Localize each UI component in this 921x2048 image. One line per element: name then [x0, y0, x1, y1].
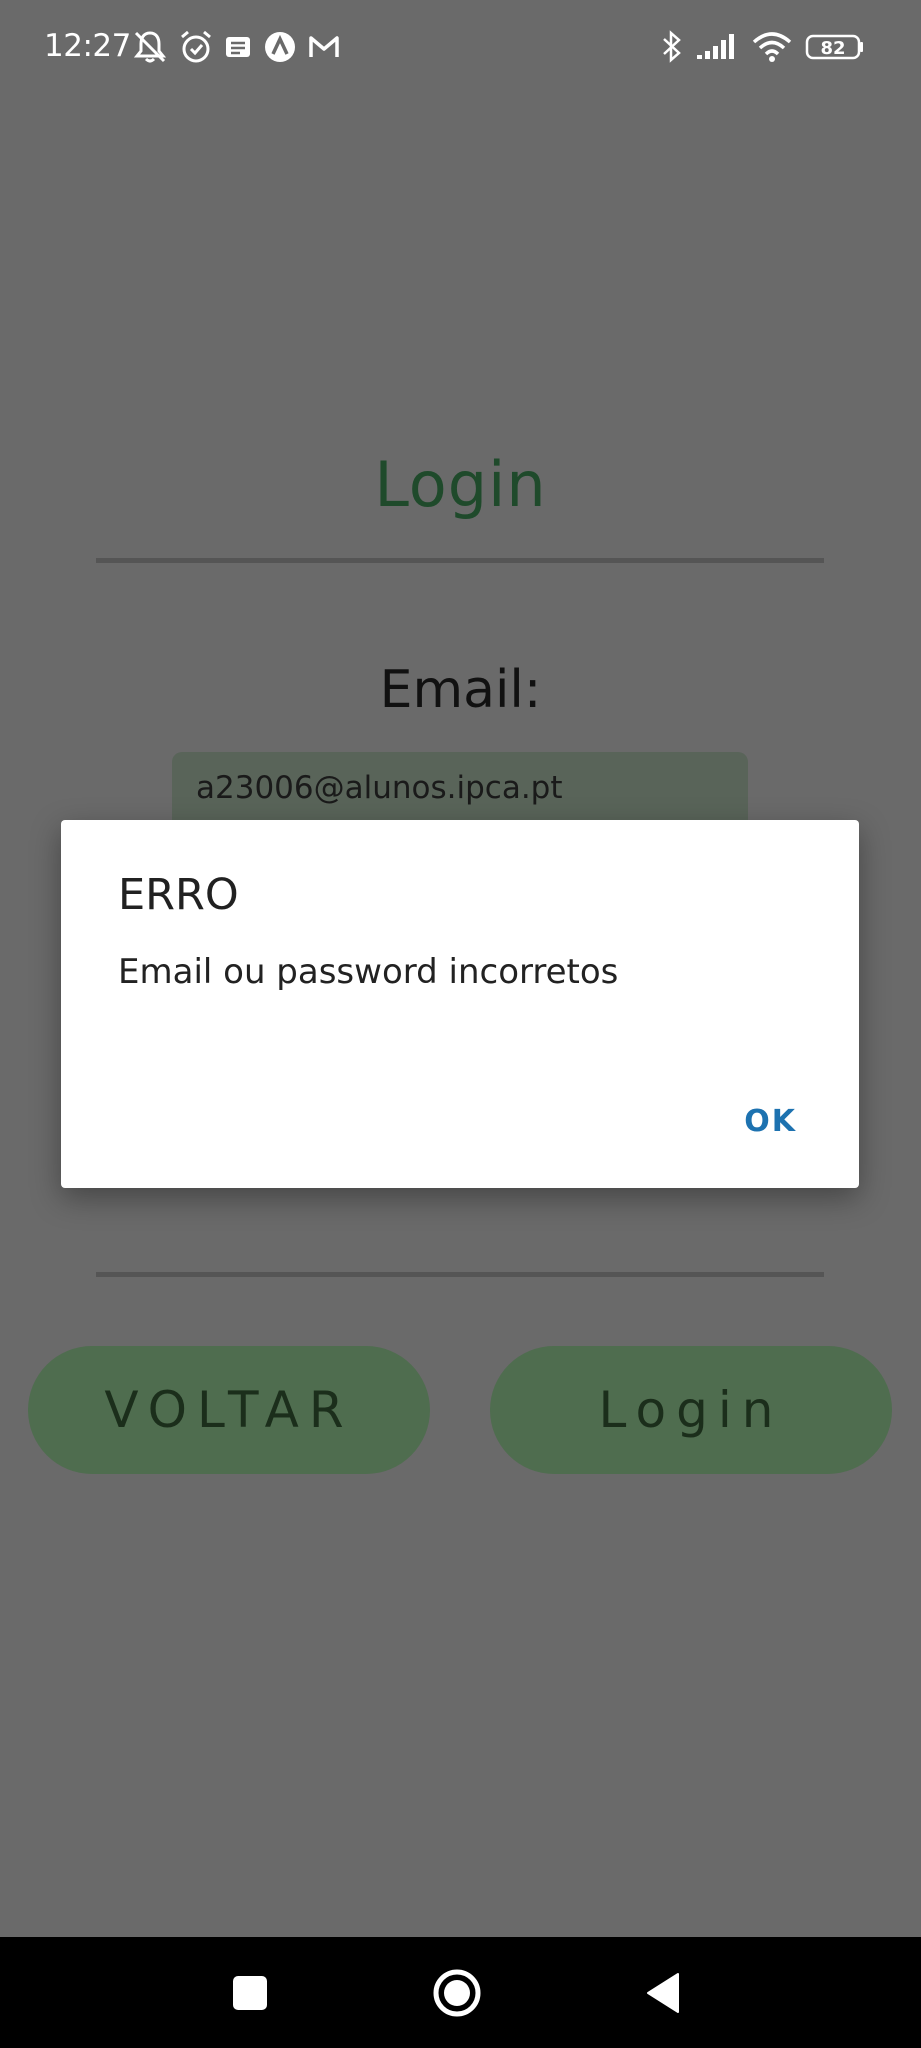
- muted-bell-icon: [133, 31, 167, 63]
- status-time: 12:27: [44, 28, 131, 64]
- notification-icon: [226, 37, 250, 57]
- dialog-ok-button[interactable]: OK: [744, 1104, 797, 1139]
- navigation-bar: [0, 1937, 921, 2048]
- battery-icon: 82: [805, 34, 863, 60]
- dialog-message: Email ou password incorretos: [118, 952, 619, 992]
- home-button[interactable]: [397, 1937, 517, 2048]
- status-system-icons: 82: [661, 28, 865, 66]
- login-button[interactable]: Login: [490, 1346, 892, 1474]
- title-divider: [96, 558, 824, 563]
- alarm-icon: [181, 30, 211, 63]
- gmail-icon: [309, 36, 339, 57]
- signal-icon: [697, 34, 734, 59]
- error-dialog: ERRO Email ou password incorretos OK: [61, 820, 859, 1188]
- app-a-icon: [265, 32, 295, 62]
- dialog-title: ERRO: [118, 870, 239, 920]
- battery-level: 82: [820, 38, 845, 59]
- back-button[interactable]: VOLTAR: [28, 1346, 430, 1474]
- back-nav-button[interactable]: [604, 1937, 724, 2048]
- home-icon: [433, 1969, 481, 2016]
- status-bar: 12:27 82: [0, 0, 921, 96]
- back-icon: [647, 1972, 679, 2013]
- bluetooth-icon: [663, 30, 681, 63]
- recents-icon: [233, 1975, 267, 2010]
- status-notification-icons: [130, 28, 342, 66]
- email-label: Email:: [379, 660, 542, 720]
- form-divider: [96, 1272, 824, 1277]
- page-title: Login: [374, 448, 547, 521]
- recents-button[interactable]: [190, 1937, 310, 2048]
- wifi-icon: [752, 32, 792, 62]
